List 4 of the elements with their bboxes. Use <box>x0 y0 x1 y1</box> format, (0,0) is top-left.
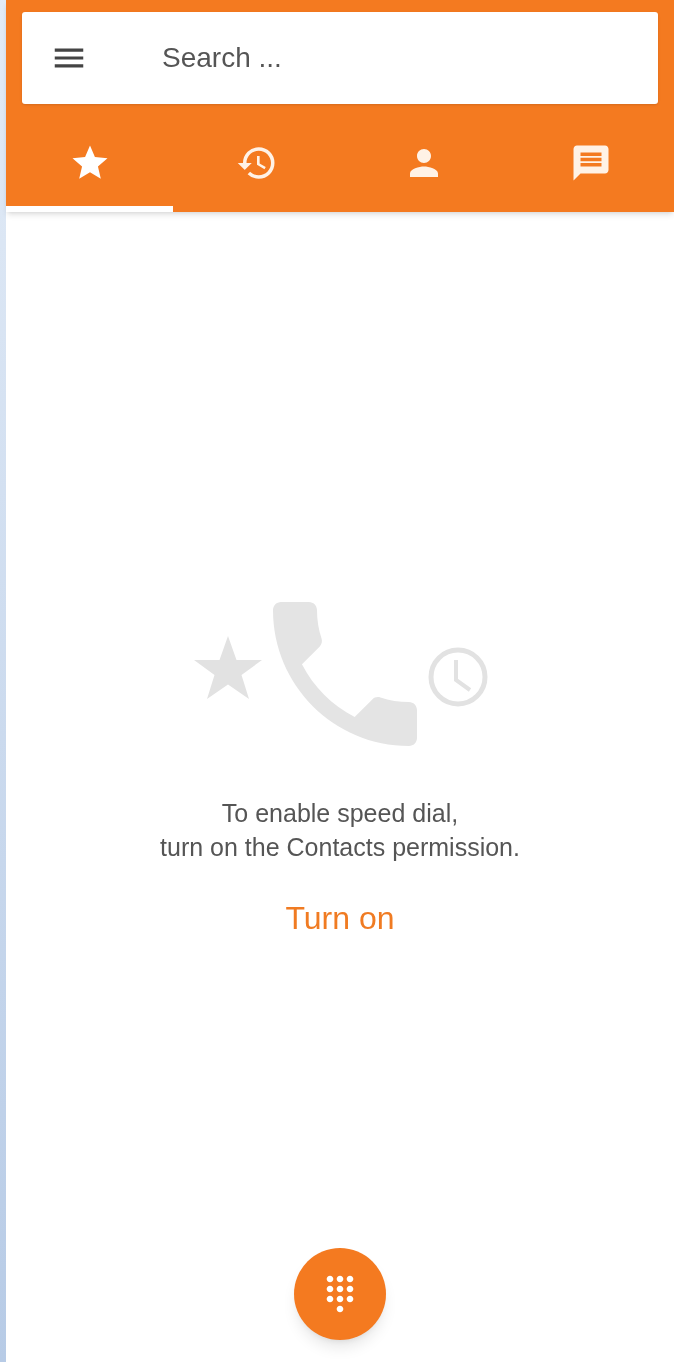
search-bar[interactable]: Search ... <box>22 12 658 104</box>
search-input[interactable]: Search ... <box>162 37 658 79</box>
turn-on-link[interactable]: Turn on <box>285 894 395 942</box>
permission-message: To enable speed dial, turn on the Contacts permission. <box>160 798 520 863</box>
